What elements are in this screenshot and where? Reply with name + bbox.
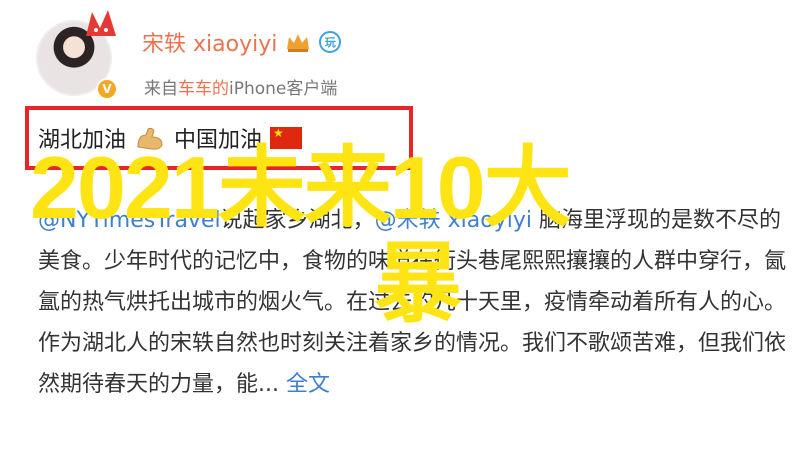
post-source: 来自车车的iPhone客户端 (144, 74, 337, 99)
level-badge[interactable]: 玩 (319, 31, 342, 53)
source-app-link[interactable]: 车车的 (178, 79, 229, 99)
source-prefix: 来自 (144, 79, 178, 99)
verified-badge: V (96, 78, 118, 100)
overlay-title: 2021未来10大 暴 (30, 140, 790, 332)
crown-icon[interactable] (285, 31, 311, 53)
username[interactable]: 宋轶 xiaoyiyi (142, 26, 277, 58)
read-more-link[interactable]: 全文 (286, 372, 330, 397)
overlay-title-line1: 2021未来10大 (30, 138, 572, 237)
source-device: iPhone客户端 (229, 79, 338, 99)
post-header: 宋轶 xiaoyiyi 玩 (142, 26, 342, 58)
avatar-block[interactable]: V (30, 8, 120, 100)
cat-ears-decoration-icon (86, 10, 116, 36)
overlay-title-line2: 暴 (374, 234, 462, 333)
